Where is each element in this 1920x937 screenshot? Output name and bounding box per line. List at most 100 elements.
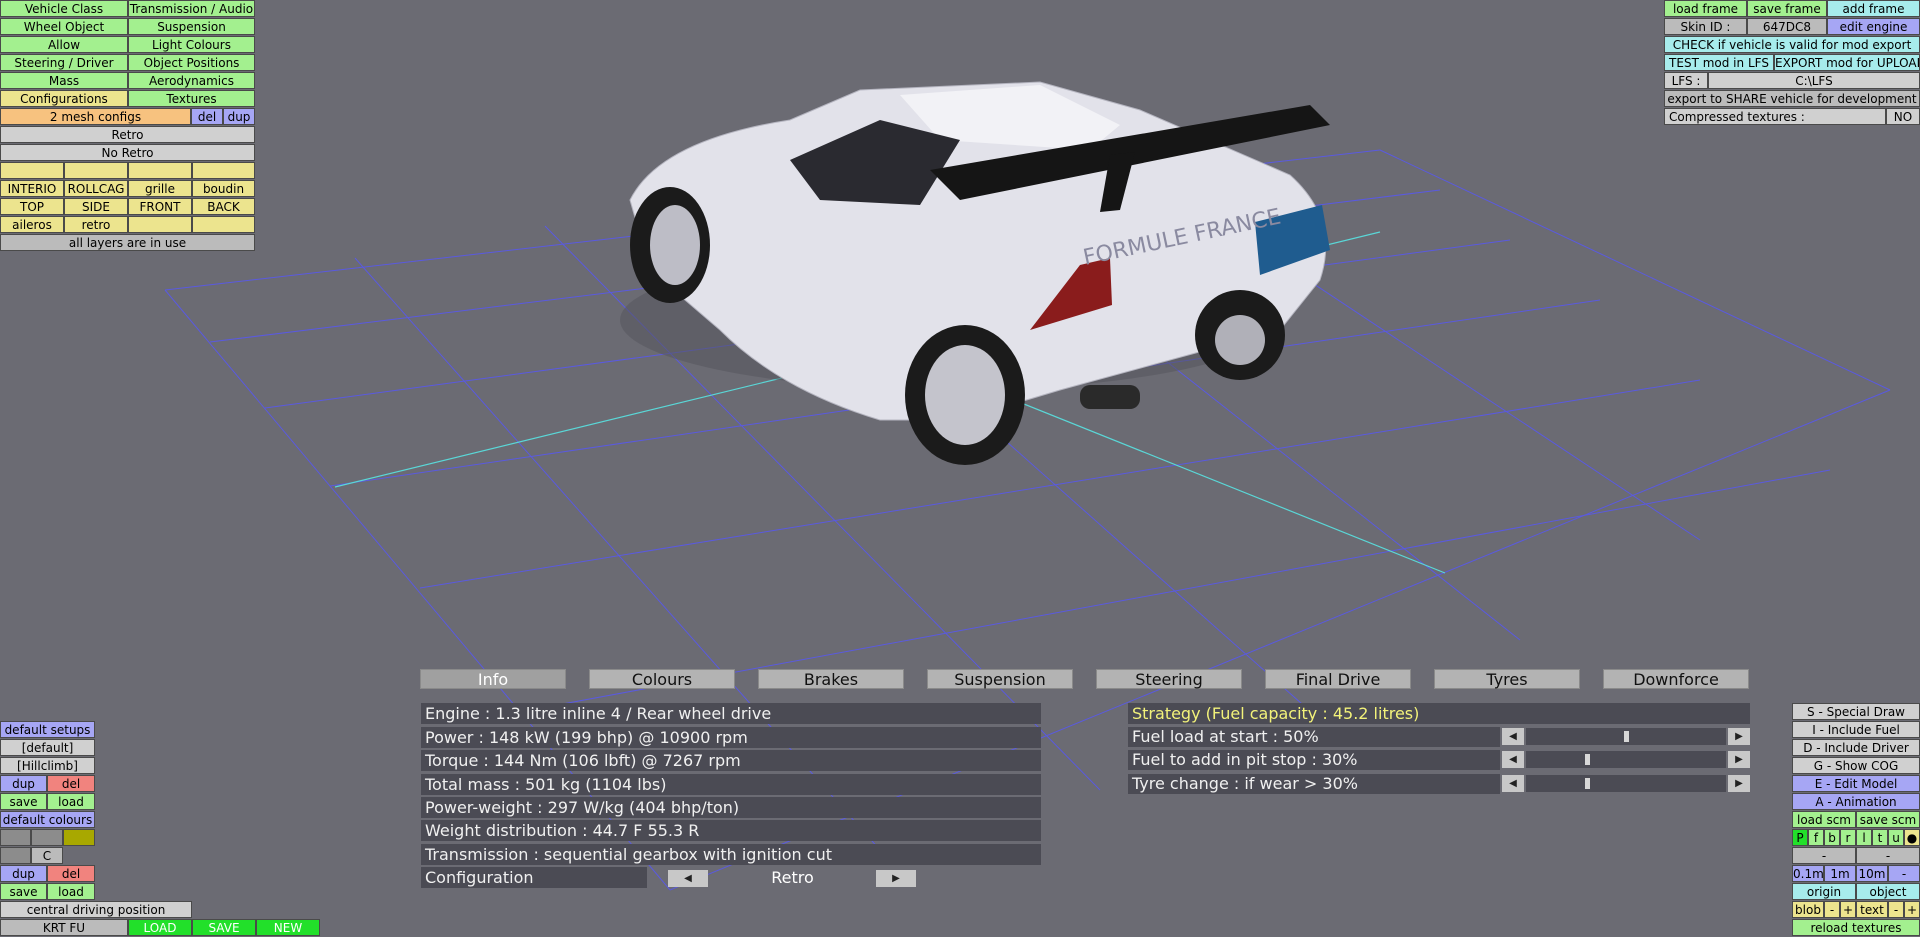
view-l-button[interactable]: l xyxy=(1856,829,1872,846)
scale-10m-button[interactable]: 10m xyxy=(1856,865,1888,882)
setup-dup-button[interactable]: dup xyxy=(0,775,47,792)
include-driver-button[interactable]: D - Include Driver xyxy=(1792,739,1920,756)
export-mod-button[interactable]: EXPORT mod for UPLOAD xyxy=(1774,54,1920,71)
config-dup-button[interactable]: dup xyxy=(223,108,255,125)
config-prev-button[interactable]: ◀ xyxy=(668,870,708,887)
skin-id-value[interactable]: 647DC8 xyxy=(1747,18,1827,35)
allow-button[interactable]: Allow xyxy=(0,36,128,53)
tyre-change-decrease[interactable]: ◀ xyxy=(1502,775,1524,792)
tab-suspension[interactable]: Suspension xyxy=(927,669,1073,689)
text-minus-button[interactable]: - xyxy=(1888,901,1904,918)
view-t-button[interactable]: t xyxy=(1872,829,1888,846)
blob-minus-button[interactable]: - xyxy=(1824,901,1840,918)
layer-button[interactable] xyxy=(0,162,64,179)
vehicle-new-button[interactable]: NEW xyxy=(256,919,320,936)
animation-button[interactable]: A - Animation xyxy=(1792,793,1920,810)
layer-button[interactable] xyxy=(192,162,255,179)
layer-top[interactable]: TOP xyxy=(0,198,64,215)
config-del-button[interactable]: del xyxy=(191,108,223,125)
tab-steering[interactable]: Steering xyxy=(1096,669,1242,689)
wheel-object-button[interactable]: Wheel Object xyxy=(0,18,128,35)
layer-button[interactable] xyxy=(192,216,255,233)
mass-button[interactable]: Mass xyxy=(0,72,128,89)
scale-1m-button[interactable]: 1m xyxy=(1824,865,1856,882)
object-positions-button[interactable]: Object Positions xyxy=(128,54,255,71)
show-cog-button[interactable]: G - Show COG xyxy=(1792,757,1920,774)
blob-plus-button[interactable]: + xyxy=(1840,901,1856,918)
reload-textures-button[interactable]: reload textures xyxy=(1792,919,1920,936)
config-next-button[interactable]: ▶ xyxy=(876,870,916,887)
setup-save-button[interactable]: save xyxy=(0,793,47,810)
export-share-button[interactable]: export to SHARE vehicle for development xyxy=(1664,90,1920,107)
fuel-load-increase[interactable]: ▶ xyxy=(1728,728,1750,745)
load-frame-button[interactable]: load frame xyxy=(1664,0,1747,17)
suspension-button[interactable]: Suspension xyxy=(128,18,255,35)
minus-button[interactable]: - xyxy=(1856,847,1920,864)
origin-button[interactable]: origin xyxy=(1792,883,1856,900)
fuel-load-decrease[interactable]: ◀ xyxy=(1502,728,1524,745)
blob-button[interactable]: blob xyxy=(1792,901,1824,918)
tab-downforce[interactable]: Downforce xyxy=(1603,669,1749,689)
colour-swatch[interactable] xyxy=(0,847,31,864)
aerodynamics-button[interactable]: Aerodynamics xyxy=(128,72,255,89)
default-setups-button[interactable]: default setups xyxy=(0,721,95,738)
add-frame-button[interactable]: add frame xyxy=(1827,0,1920,17)
colour-c-button[interactable]: C xyxy=(31,847,63,864)
object-button[interactable]: object xyxy=(1856,883,1920,900)
load-scm-button[interactable]: load scm xyxy=(1792,811,1856,828)
colour-del-button[interactable]: del xyxy=(47,865,95,882)
view-f-button[interactable]: f xyxy=(1808,829,1824,846)
vehicle-save-button[interactable]: SAVE xyxy=(192,919,256,936)
minus-button[interactable]: - xyxy=(1792,847,1856,864)
config-item-no-retro[interactable]: No Retro xyxy=(0,144,255,161)
setup-hillclimb[interactable]: [Hillclimb] xyxy=(0,757,95,774)
layer-boudin[interactable]: boudin xyxy=(192,180,255,197)
tab-colours[interactable]: Colours xyxy=(589,669,735,689)
scale-minus-button[interactable]: - xyxy=(1888,865,1920,882)
vehicle-name-field[interactable]: KRT FU xyxy=(0,919,128,936)
layer-button[interactable] xyxy=(128,216,192,233)
layer-grille[interactable]: grille xyxy=(128,180,192,197)
configurations-button[interactable]: Configurations xyxy=(0,90,128,107)
lfs-path-field[interactable]: C:\LFS xyxy=(1708,72,1920,89)
fuel-load-slider[interactable] xyxy=(1526,728,1726,745)
colour-save-button[interactable]: save xyxy=(0,883,47,900)
compressed-textures-toggle[interactable]: NO xyxy=(1886,108,1920,125)
layer-front[interactable]: FRONT xyxy=(128,198,192,215)
layer-retro[interactable]: retro xyxy=(64,216,128,233)
tab-tyres[interactable]: Tyres xyxy=(1434,669,1580,689)
setup-del-button[interactable]: del xyxy=(47,775,95,792)
colour-dup-button[interactable]: dup xyxy=(0,865,47,882)
test-mod-button[interactable]: TEST mod in LFS xyxy=(1664,54,1774,71)
tyre-change-increase[interactable]: ▶ xyxy=(1728,775,1750,792)
edit-model-button[interactable]: E - Edit Model xyxy=(1792,775,1920,792)
view-dot-icon[interactable]: ● xyxy=(1904,829,1920,846)
tab-info[interactable]: Info xyxy=(420,669,566,689)
colour-swatch[interactable] xyxy=(31,829,63,846)
layer-interio[interactable]: INTERIO xyxy=(0,180,64,197)
steering-driver-button[interactable]: Steering / Driver xyxy=(0,54,128,71)
transmission-audio-button[interactable]: Transmission / Audio xyxy=(128,0,255,17)
setup-load-button[interactable]: load xyxy=(47,793,95,810)
colour-swatch[interactable] xyxy=(0,829,31,846)
tyre-change-slider[interactable] xyxy=(1526,775,1726,792)
colour-load-button[interactable]: load xyxy=(47,883,95,900)
layer-back[interactable]: BACK xyxy=(192,198,255,215)
tyre-change-knob[interactable] xyxy=(1585,778,1590,789)
tab-brakes[interactable]: Brakes xyxy=(758,669,904,689)
text-plus-button[interactable]: + xyxy=(1904,901,1920,918)
tab-final-drive[interactable]: Final Drive xyxy=(1265,669,1411,689)
include-fuel-button[interactable]: I - Include Fuel xyxy=(1792,721,1920,738)
special-draw-button[interactable]: S - Special Draw xyxy=(1792,703,1920,720)
save-scm-button[interactable]: save scm xyxy=(1856,811,1920,828)
light-colours-button[interactable]: Light Colours xyxy=(128,36,255,53)
text-button[interactable]: text xyxy=(1856,901,1888,918)
config-item-retro[interactable]: Retro xyxy=(0,126,255,143)
edit-engine-button[interactable]: edit engine xyxy=(1827,18,1920,35)
save-frame-button[interactable]: save frame xyxy=(1747,0,1827,17)
textures-button[interactable]: Textures xyxy=(128,90,255,107)
view-r-button[interactable]: r xyxy=(1840,829,1856,846)
layer-rollcag[interactable]: ROLLCAG xyxy=(64,180,128,197)
vehicle-load-button[interactable]: LOAD xyxy=(128,919,192,936)
view-b-button[interactable]: b xyxy=(1824,829,1840,846)
